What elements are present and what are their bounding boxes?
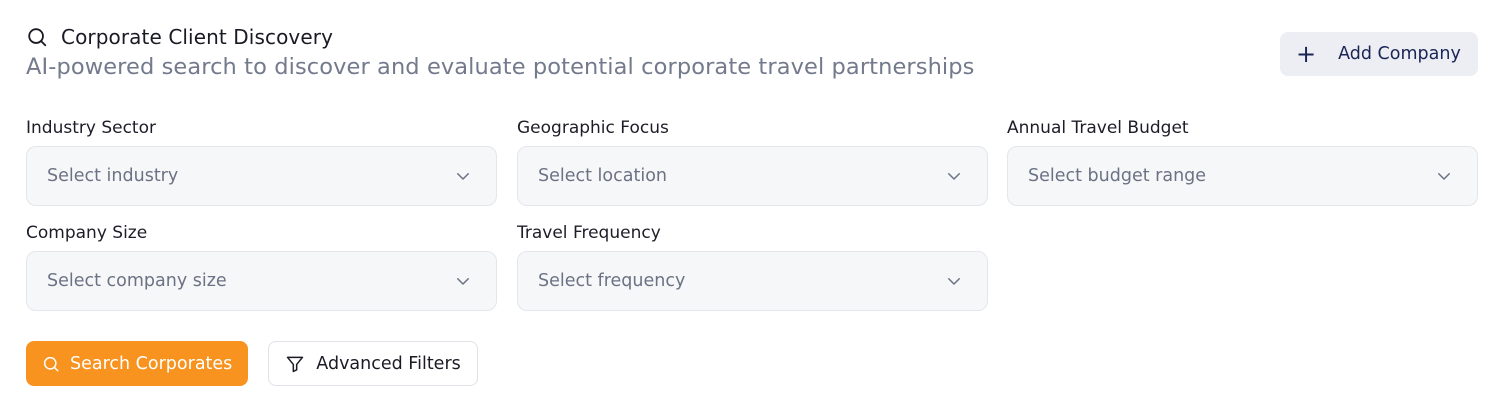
location-placeholder: Select location [538,166,667,186]
frequency-placeholder: Select frequency [538,271,686,291]
search-corporates-label: Search Corporates [70,353,233,374]
search-icon [43,356,59,371]
add-company-button[interactable]: + Add Company [1280,32,1478,76]
location-select[interactable]: Select location [517,146,988,206]
title-row: Corporate Client Discovery [26,24,1478,50]
search-icon [28,28,47,47]
industry-sector-label: Industry Sector [26,118,156,138]
annual-travel-budget-label: Annual Travel Budget [1007,118,1189,138]
add-company-label: Add Company [1338,44,1461,64]
annual-travel-budget-field: Annual Travel Budget Select budget range [1007,118,1478,206]
budget-select[interactable]: Select budget range [1007,146,1478,206]
frequency-select[interactable]: Select frequency [517,251,988,311]
company-size-field: Company Size Select company size [26,223,497,311]
industry-placeholder: Select industry [47,166,179,186]
advanced-filters-label: Advanced Filters [316,353,461,374]
travel-frequency-field: Travel Frequency Select frequency [517,223,988,311]
budget-placeholder: Select budget range [1028,166,1207,186]
company-size-placeholder: Select company size [47,271,227,291]
plus-icon: + [1296,40,1317,68]
search-corporates-button[interactable]: Search Corporates [26,341,249,386]
geographic-focus-field: Geographic Focus Select location [517,118,988,206]
company-size-label: Company Size [26,223,148,243]
chevron-down-icon [457,173,469,180]
card-header: Corporate Client Discovery AI-powered se… [26,24,1478,86]
industry-sector-field: Industry Sector Select industry [26,118,497,206]
page-title: Corporate Client Discovery [61,25,334,49]
company-size-select[interactable]: Select company size [26,251,497,311]
chevron-down-icon [457,278,469,285]
filter-icon [287,356,304,372]
action-bar: Search Corporates Advanced Filters [26,341,478,386]
advanced-filters-button[interactable]: Advanced Filters [268,341,478,386]
chevron-down-icon [948,173,960,180]
page-subtitle: AI-powered search to discover and evalua… [26,54,975,80]
chevron-down-icon [948,278,960,285]
chevron-down-icon [1438,173,1450,180]
industry-select[interactable]: Select industry [26,146,497,206]
geographic-focus-label: Geographic Focus [517,118,669,138]
travel-frequency-label: Travel Frequency [517,223,661,243]
